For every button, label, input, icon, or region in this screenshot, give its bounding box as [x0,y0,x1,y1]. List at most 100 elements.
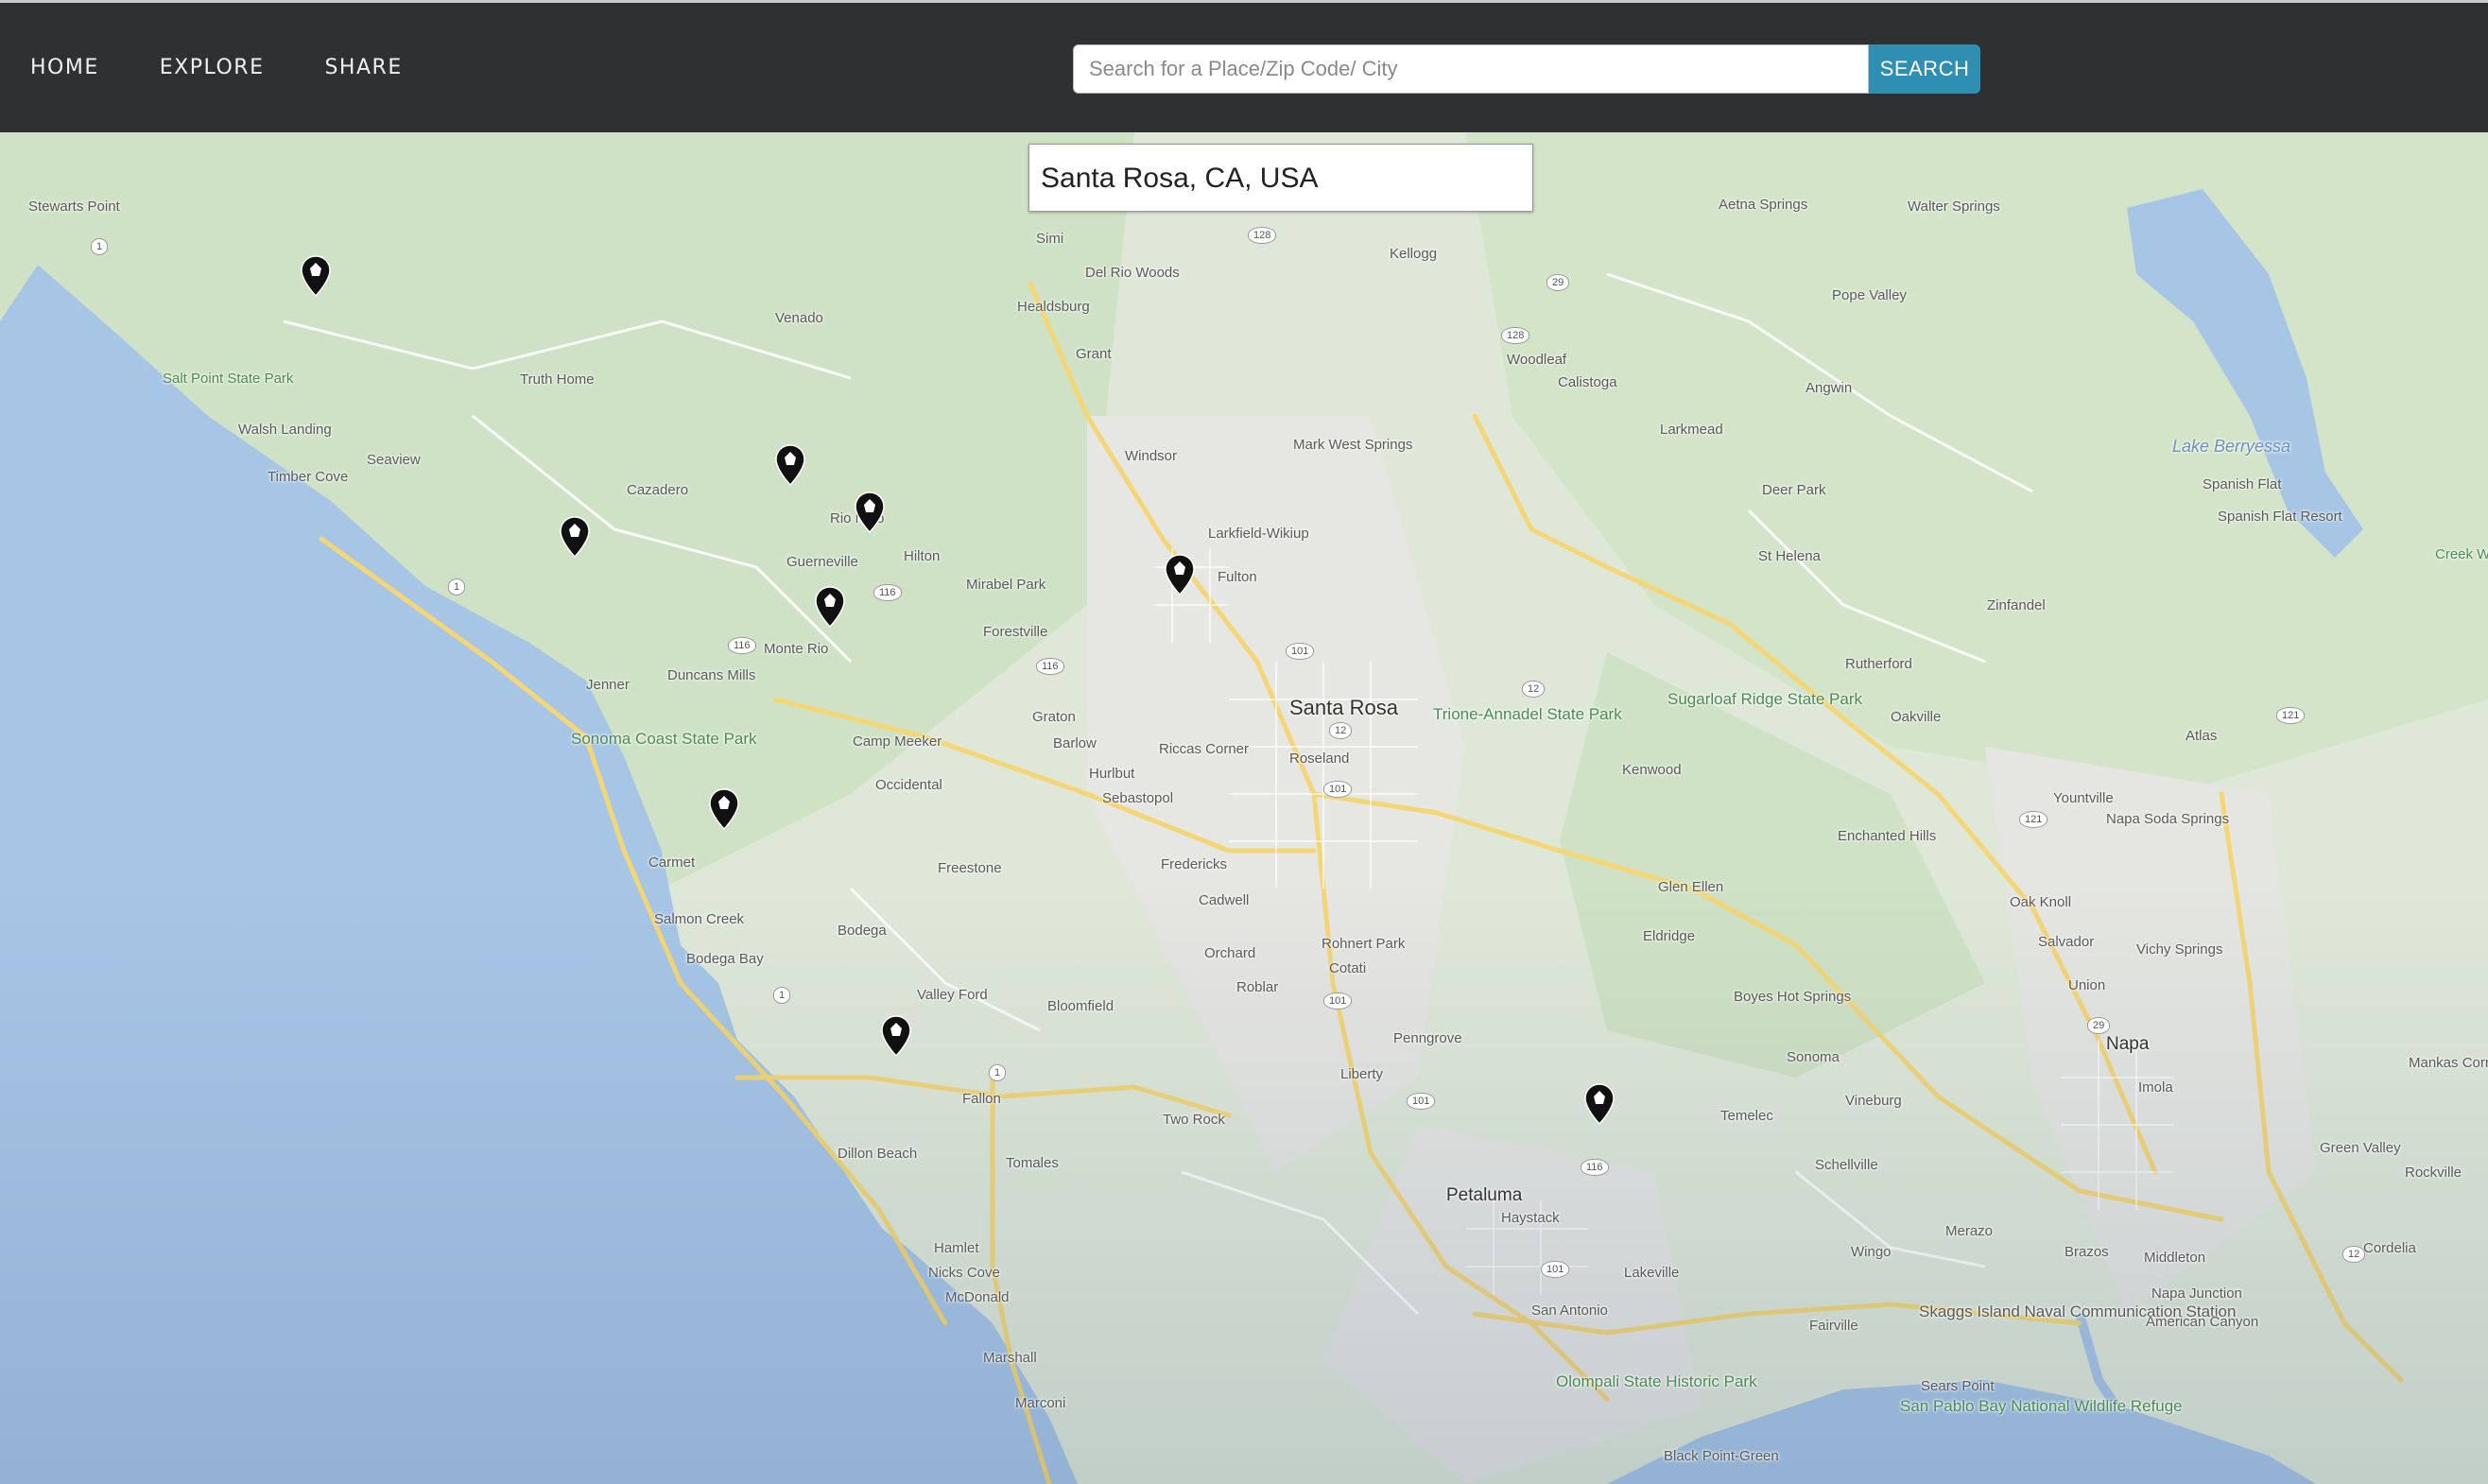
place-label: Marshall [983,1350,1037,1366]
search-input[interactable] [1073,44,1869,94]
place-label: Venado [775,310,823,326]
place-label: Orchard [1204,945,1256,961]
place-label: Imola [2138,1079,2173,1096]
place-label: Occidental [875,777,942,793]
highway-shield: 116 [1036,658,1064,675]
place-label: Walsh Landing [238,422,332,438]
place-label: Green Valley [2320,1140,2401,1156]
highway-shield: 101 [1323,992,1353,1009]
marker-bodega-bay[interactable] [709,788,739,831]
place-label: Fredericks [1161,856,1228,872]
place-label: Graton [1032,709,1076,725]
top-navbar: HOME EXPLORE SHARE SEARCH [0,0,2488,132]
map-canvas[interactable]: Stewarts Point Salt Point State Park Wal… [0,132,2488,1484]
place-label: Fallon [962,1091,1001,1107]
place-label: Sebastopol [1102,790,1174,806]
highway-shield: 121 [2276,707,2306,724]
marker-dillon-beach[interactable] [881,1015,911,1058]
place-label: Mankas Corner [2409,1055,2488,1071]
place-label: Valley Ford [917,987,988,1003]
place-label: Calistoga [1558,374,1617,390]
place-label: Dillon Beach [838,1146,918,1162]
place-label: Black Point-Green [1664,1448,1779,1464]
place-label: Napa [2106,1034,2150,1054]
map-base-layer [0,132,2488,1484]
map-pin-icon [1584,1083,1615,1126]
place-label: Napa Junction [2151,1286,2242,1302]
place-label: Cordelia [2363,1240,2416,1256]
place-label: Healdsburg [1017,299,1090,315]
place-label: Yountville [2053,790,2114,806]
marker-timber-cove[interactable] [301,255,331,298]
marker-forestville[interactable] [855,492,885,534]
place-label: Walter Springs [1908,198,2000,215]
place-label: Sonoma [1787,1049,1840,1065]
place-label: Santa Rosa [1289,696,1398,719]
marker-camp-meeker[interactable] [815,586,845,629]
nav-share[interactable]: SHARE [324,56,402,79]
map-pin-icon [881,1015,911,1058]
place-label: San Pablo Bay National Wildlife Refuge [1900,1397,2183,1415]
place-label: Barlow [1053,735,1097,751]
highway-shield: 1 [773,987,791,1004]
place-label: Cazadero [627,482,689,498]
place-label: Bloomfield [1047,998,1114,1014]
place-label: Zinfandel [1987,597,2046,613]
marker-riccas-corner[interactable] [1165,554,1195,596]
highway-shield: 128 [1248,227,1277,244]
nav-explore[interactable]: EXPLORE [160,56,265,79]
place-label: Stewarts Point [28,198,120,215]
place-label: Sugarloaf Ridge State Park [1667,690,1863,708]
map-pin-icon [775,444,805,487]
place-label: Deer Park [1762,482,1826,498]
place-label: Spanish Flat [2203,476,2282,492]
map-pin-icon [560,516,590,559]
place-label: Cadwell [1199,892,1250,908]
highway-shield: 29 [2087,1017,2111,1034]
highway-shield: 1 [91,238,109,255]
place-label: Windsor [1125,448,1178,464]
place-label: Salvador [2038,934,2095,950]
highway-shield: 29 [1546,274,1570,291]
place-label: Hilton [904,548,941,564]
place-label: Vineburg [1845,1093,1902,1109]
place-label: Glen Ellen [1658,879,1724,895]
place-label: Seaview [367,452,421,468]
place-label: Larkfield-Wikiup [1208,526,1309,542]
marker-lakeville[interactable] [1584,1083,1615,1126]
place-label: Sears Point [1921,1378,1995,1394]
highway-shield: 121 [2019,811,2048,828]
highway-shield: 12 [2342,1246,2366,1263]
place-label: Petaluma [1446,1185,1523,1205]
place-label: Woodleaf [1507,352,1567,368]
place-label: Sonoma Coast State Park [571,730,757,748]
map-pin-icon [709,788,739,831]
place-label: Del Rio Woods [1085,265,1180,281]
place-label: Angwin [1806,380,1853,396]
place-label: Bodega Bay [686,951,764,967]
place-label: Forestville [983,624,1048,640]
place-label: Middleton [2144,1250,2206,1266]
place-label: Hamlet [934,1240,979,1256]
place-label: Monte Rio [764,641,829,657]
search-button[interactable]: SEARCH [1869,44,1980,94]
place-label: Enchanted Hills [1838,828,1937,844]
place-label: Boyes Hot Springs [1734,989,1852,1005]
place-label: Camp Meeker [853,733,942,750]
marker-guerneville[interactable] [775,444,805,487]
highway-shield: 1 [989,1064,1007,1081]
highway-shield: 101 [1541,1261,1570,1278]
nav-home[interactable]: HOME [30,56,99,79]
place-label: Two Rock [1163,1112,1225,1128]
location-search-box[interactable]: Santa Rosa, CA, USA [1028,144,1533,212]
place-label: McDonald [945,1289,1010,1305]
highway-shield: 101 [1286,643,1315,660]
place-label: Spanish Flat Resort [2218,509,2342,525]
place-label: Larkmead [1660,422,1723,438]
search-bar: SEARCH [1073,44,1980,94]
place-label: Duncans Mills [667,667,756,683]
place-label: Hurlbut [1089,766,1135,782]
marker-jenner[interactable] [560,516,590,559]
place-label: Lake Berryessa [2172,437,2291,456]
place-label: Penngrove [1393,1030,1462,1046]
